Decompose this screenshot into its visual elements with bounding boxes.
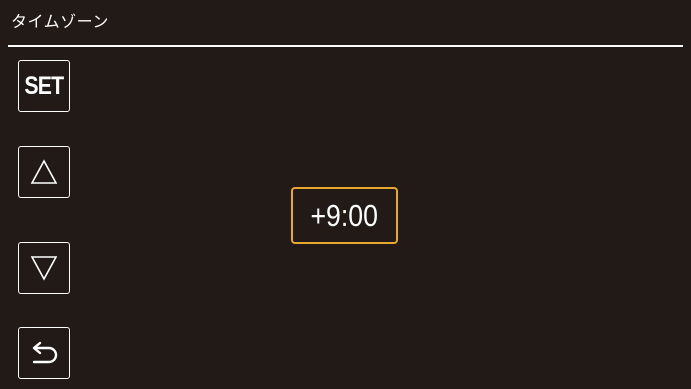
timezone-value: +9:00 (310, 197, 379, 233)
set-button[interactable]: SET (18, 60, 70, 112)
up-triangle-icon (30, 159, 58, 184)
title-divider (8, 45, 683, 47)
timezone-value-field[interactable]: +9:00 (291, 187, 398, 244)
timezone-screen: タイムゾーン SET +9:00 (0, 0, 691, 389)
down-triangle-icon (30, 256, 58, 281)
increase-button[interactable] (18, 146, 70, 198)
decrease-button[interactable] (18, 242, 70, 294)
back-button[interactable] (18, 327, 70, 379)
page-title: タイムゾーン (11, 12, 109, 31)
return-arrow-icon (32, 341, 58, 364)
set-button-label: SET (24, 71, 65, 100)
